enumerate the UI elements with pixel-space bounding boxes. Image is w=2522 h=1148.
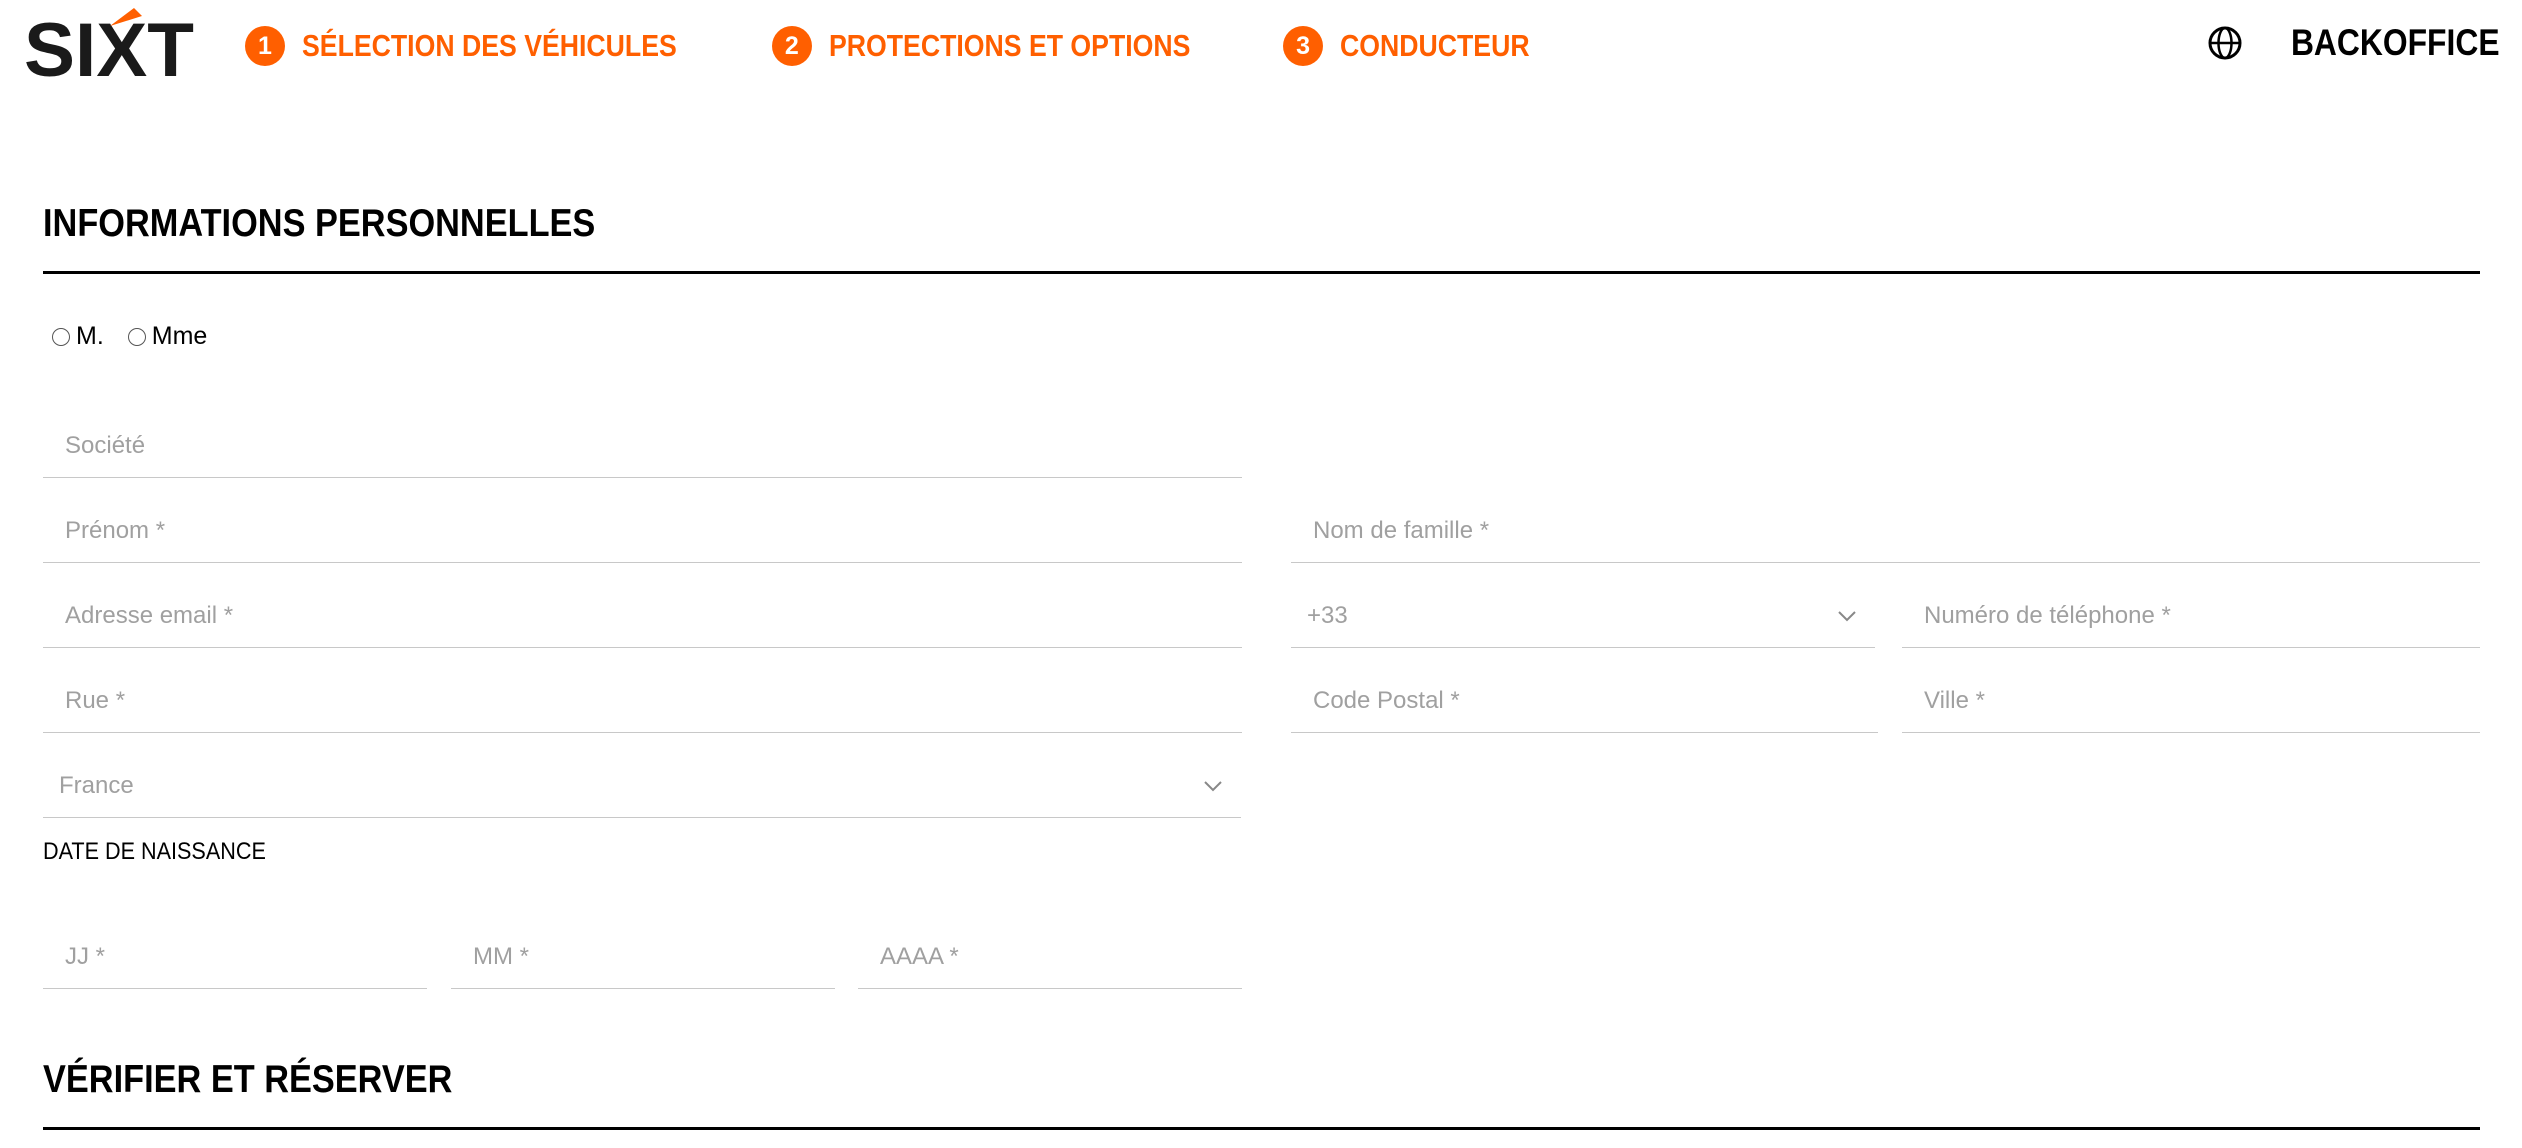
section-divider — [43, 1127, 2480, 1130]
booking-steps: 1 SÉLECTION DES VÉHICULES 2 PROTECTIONS … — [245, 24, 1595, 68]
street-input[interactable] — [65, 683, 1232, 719]
last-name-field — [1291, 503, 2480, 563]
first-name-field — [43, 503, 1242, 563]
chevron-down-icon — [1838, 611, 1856, 622]
city-field — [1902, 673, 2480, 733]
chevron-down-icon — [1204, 781, 1222, 792]
email-field — [43, 588, 1242, 648]
country-value: France — [59, 772, 134, 799]
step-number-2: 2 — [771, 26, 812, 66]
backoffice-label: BACKOFFICE — [2291, 22, 2500, 63]
step-label-driver: CONDUCTEUR — [1340, 28, 1530, 63]
verify-title: VÉRIFIER ET RÉSERVER — [43, 1058, 453, 1101]
postal-code-input[interactable] — [1313, 683, 1868, 719]
last-name-input[interactable] — [1313, 513, 2470, 549]
top-header: SIXT 1 SÉLECTION DES VÉHICULES 2 PROTECT… — [0, 0, 2522, 95]
street-field — [43, 673, 1242, 733]
personal-info-title: INFORMATIONS PERSONNELLES — [43, 202, 596, 245]
phone-input[interactable] — [1924, 598, 2470, 634]
phone-field — [1902, 588, 2480, 648]
dob-month-input[interactable] — [473, 939, 825, 975]
step-protections-options[interactable]: 2 PROTECTIONS ET OPTIONS — [771, 26, 1249, 66]
step-label-protections-options: PROTECTIONS ET OPTIONS — [828, 28, 1191, 63]
step-number-3: 3 — [1283, 26, 1324, 66]
phone-prefix-value: +33 — [1307, 602, 1348, 629]
step-vehicle-selection[interactable]: 1 SÉLECTION DES VÉHICULES — [245, 26, 738, 66]
globe-icon — [2208, 26, 2242, 60]
section-divider — [43, 271, 2480, 274]
dob-day-field — [43, 929, 427, 989]
dob-year-input[interactable] — [880, 939, 1232, 975]
city-input[interactable] — [1924, 683, 2470, 719]
date-of-birth-label: DATE DE NAISSANCE — [43, 838, 266, 865]
step-label-vehicle-selection: SÉLECTION DES VÉHICULES — [302, 28, 677, 63]
radio-label-mr: M. — [76, 322, 104, 350]
svg-text:SIXT: SIXT — [24, 8, 194, 80]
step-number-1: 1 — [245, 26, 285, 66]
company-input[interactable] — [65, 428, 1232, 464]
radio-mrs[interactable] — [127, 327, 146, 346]
sixt-logo[interactable]: SIXT — [22, 6, 198, 80]
email-input[interactable] — [65, 598, 1232, 634]
salutation-group: M. Mme — [52, 322, 231, 351]
radio-mr[interactable] — [52, 327, 70, 346]
first-name-input[interactable] — [65, 513, 1232, 549]
dob-day-input[interactable] — [65, 939, 417, 975]
step-driver[interactable]: 3 CONDUCTEUR — [1283, 26, 1560, 66]
country-select[interactable]: France — [43, 758, 1241, 818]
radio-label-mrs: Mme — [151, 322, 208, 350]
dob-year-field — [858, 929, 1242, 989]
company-field — [43, 418, 1242, 478]
dob-month-field — [451, 929, 835, 989]
backoffice-link[interactable]: BACKOFFICE — [2207, 22, 2500, 64]
postal-code-field — [1291, 673, 1878, 733]
phone-prefix-select[interactable]: +33 — [1291, 588, 1875, 648]
